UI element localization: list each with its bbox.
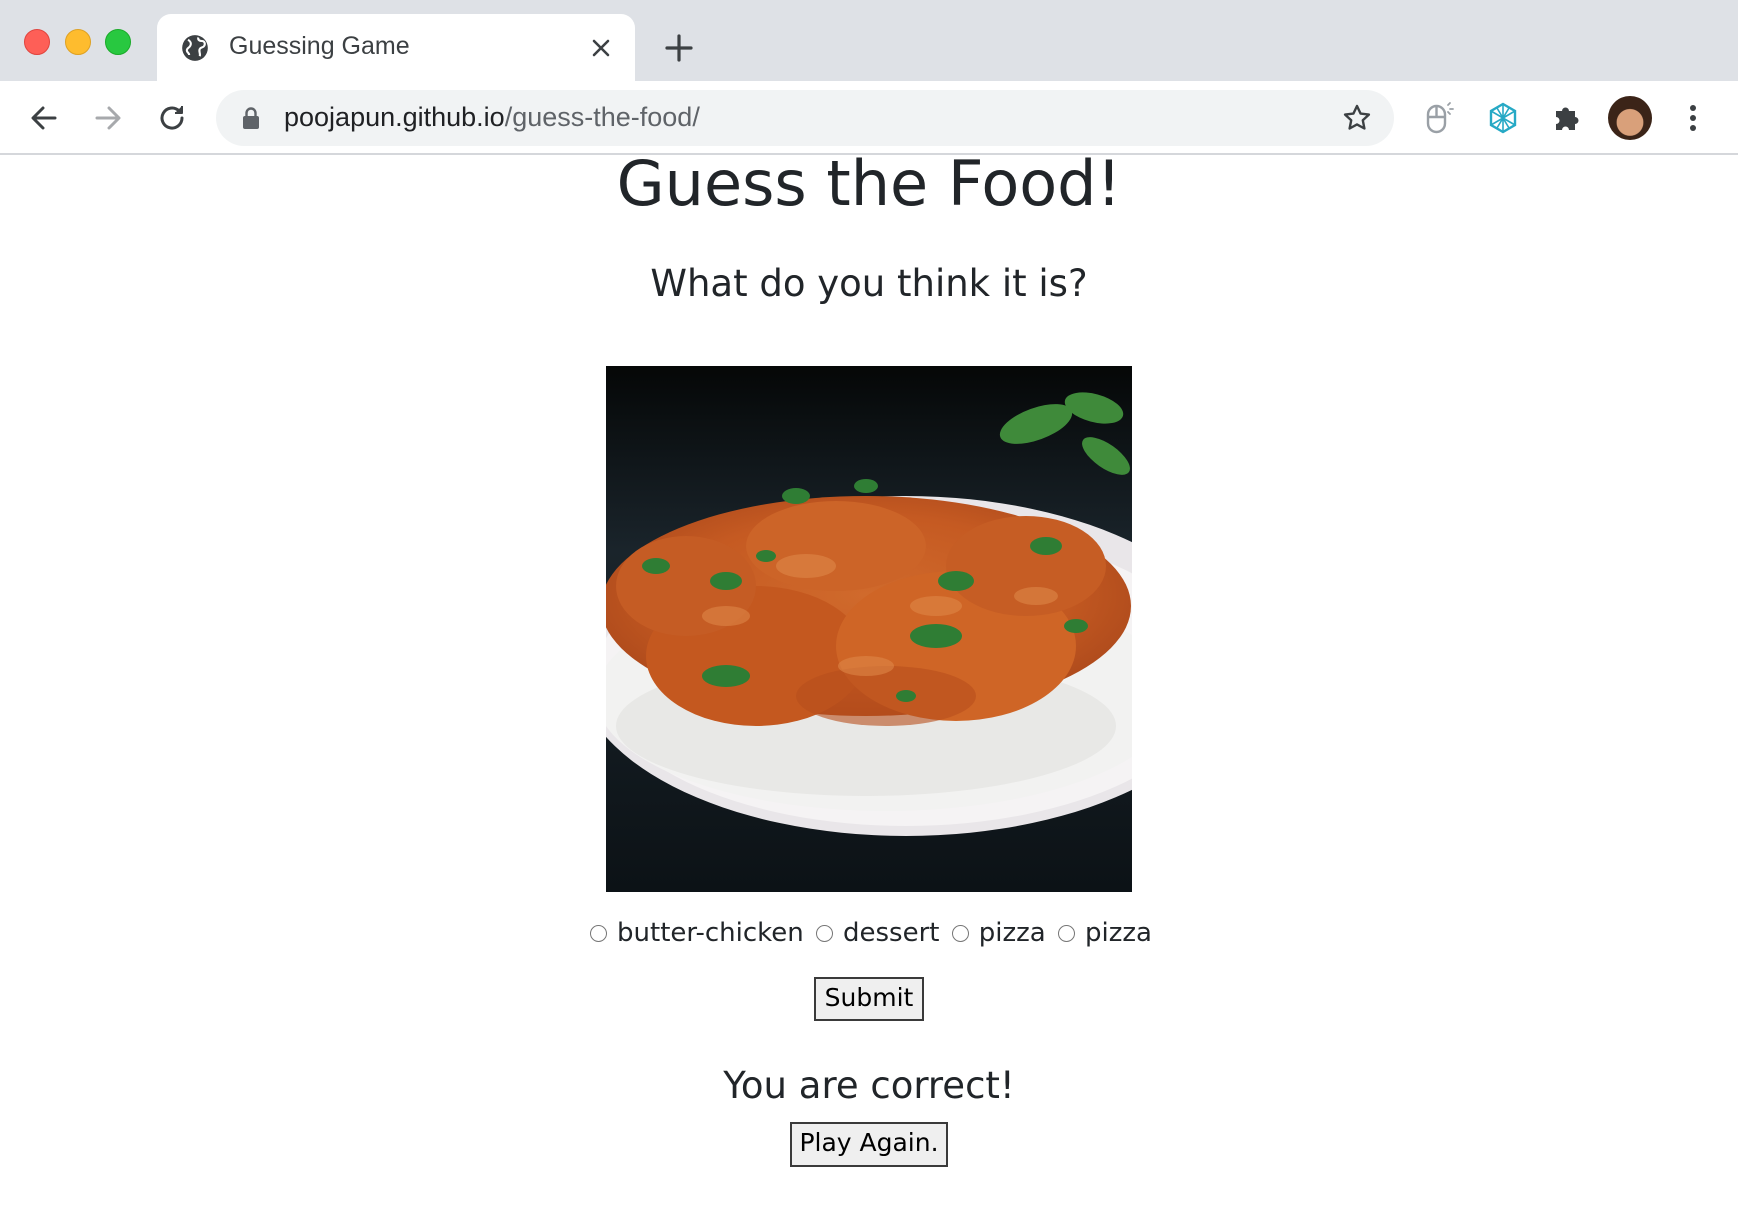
choice-label: pizza [1084, 918, 1152, 948]
url-text: poojapun.github.io/guess-the-food/ [284, 102, 700, 133]
close-window-button[interactable] [24, 29, 50, 55]
tab-title: Guessing Game [229, 32, 410, 60]
back-arrow-icon[interactable] [28, 102, 60, 134]
choice-label: dessert [842, 918, 940, 948]
new-tab-icon[interactable] [664, 33, 694, 63]
choice-label: pizza [978, 918, 1046, 948]
choice-label: butter-chicken [617, 918, 804, 948]
globe-icon [182, 35, 208, 61]
radio-dessert[interactable] [815, 924, 833, 942]
page-subtitle: What do you think it is? [650, 262, 1088, 305]
active-tab[interactable]: Guessing Game [157, 14, 635, 81]
close-tab-icon[interactable] [589, 36, 613, 60]
butter-chicken-photo [606, 366, 1132, 892]
minimize-window-button[interactable] [65, 29, 91, 55]
choice-butter-chicken[interactable]: butter-chicken [586, 918, 804, 948]
profile-avatar[interactable] [1608, 96, 1652, 140]
page-title: Guess the Food! [616, 147, 1122, 220]
mouse-extension-icon[interactable] [1422, 101, 1456, 135]
forward-arrow-icon[interactable] [92, 102, 124, 134]
radio-butter-chicken[interactable] [590, 924, 608, 942]
submit-button[interactable]: Submit [814, 977, 924, 1021]
choice-pizza-2[interactable]: pizza [1054, 918, 1152, 948]
radio-pizza-1[interactable] [951, 924, 969, 942]
choice-pizza-1[interactable]: pizza [948, 918, 1046, 948]
radio-pizza-2[interactable] [1057, 924, 1075, 942]
maximize-window-button[interactable] [105, 29, 131, 55]
url-host: poojapun.github.io [284, 102, 505, 132]
address-bar[interactable]: poojapun.github.io/guess-the-food/ [216, 90, 1394, 146]
more-menu-icon[interactable] [1680, 101, 1706, 135]
page-content: Guess the Food! What do you think it is? [0, 147, 1738, 1230]
choice-dessert[interactable]: dessert [812, 918, 939, 948]
answer-choices: butter-chicken dessert pizza pizza [0, 918, 1738, 949]
bookmark-star-icon[interactable] [1342, 103, 1372, 133]
url-path: /guess-the-food/ [504, 102, 700, 132]
reload-icon[interactable] [156, 102, 188, 134]
browser-toolbar: poojapun.github.io/guess-the-food/ [0, 81, 1738, 155]
lock-icon [243, 107, 259, 129]
play-again-button[interactable]: Play Again. [790, 1122, 948, 1167]
web-extension-icon[interactable] [1486, 101, 1520, 135]
result-message: You are correct! [723, 1064, 1015, 1107]
extensions-puzzle-icon[interactable] [1550, 101, 1584, 135]
tab-strip: Guessing Game [0, 0, 1738, 81]
food-image [606, 366, 1132, 892]
